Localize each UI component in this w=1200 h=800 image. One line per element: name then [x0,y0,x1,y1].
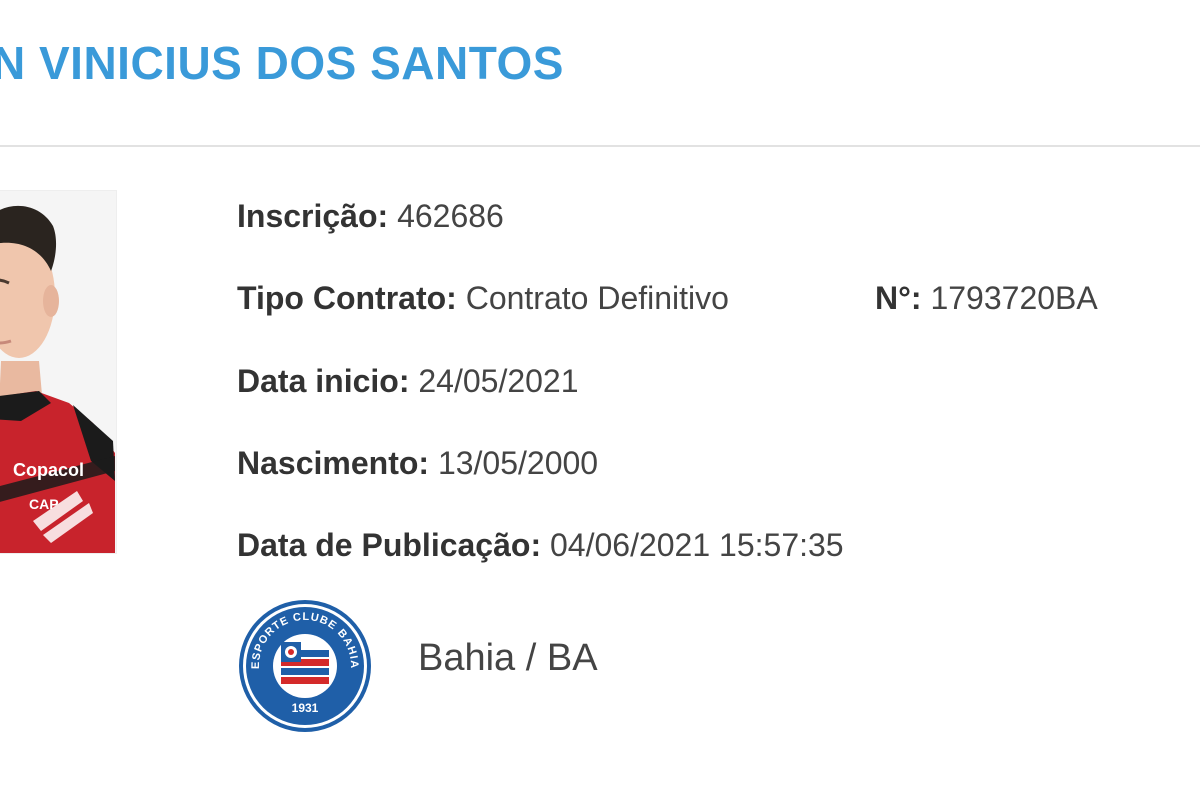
contract-number-row: N°: 1793720BA [875,280,1098,317]
header-divider [0,145,1200,147]
club-badge-logo: ESPORTE CLUBE BAHIA 1931 [237,598,373,734]
data-inicio-row: Data inicio: 24/05/2021 [237,363,579,400]
tipo-contrato-label: Tipo Contrato: [237,280,457,316]
tipo-contrato-row: Tipo Contrato: Contrato Definitivo [237,280,729,317]
data-inicio-label: Data inicio: [237,363,410,399]
contract-number-label: N°: [875,280,922,316]
shirt-sponsor-text: Copacol [13,460,84,480]
data-inicio-value: 24/05/2021 [418,363,579,399]
publicacao-row: Data de Publicação: 04/06/2021 15:57:35 [237,527,844,564]
player-photo-image: Copacol CAP [0,191,116,553]
inscricao-label: Inscrição: [237,198,389,234]
player-name-title: N VINICIUS DOS SANTOS [0,37,564,89]
inscricao-row: Inscrição: 462686 [237,198,504,235]
club-name: Bahia / BA [418,637,598,679]
nascimento-value: 13/05/2000 [437,445,599,481]
badge-year-text: 1931 [292,701,319,715]
nascimento-label: Nascimento: [237,445,430,481]
contract-number-value: 1793720BA [930,280,1098,316]
inscricao-value: 462686 [397,198,504,234]
publicacao-label: Data de Publicação: [237,527,542,563]
tipo-contrato-value: Contrato Definitivo [465,280,729,316]
player-registration-page: N VINICIUS DOS SANTOS Copacol CAP Inscri… [0,0,1200,800]
player-photo: Copacol CAP [0,190,117,554]
publicacao-value: 04/06/2021 15:57:35 [549,527,844,563]
nascimento-row: Nascimento: 13/05/2000 [237,445,598,482]
